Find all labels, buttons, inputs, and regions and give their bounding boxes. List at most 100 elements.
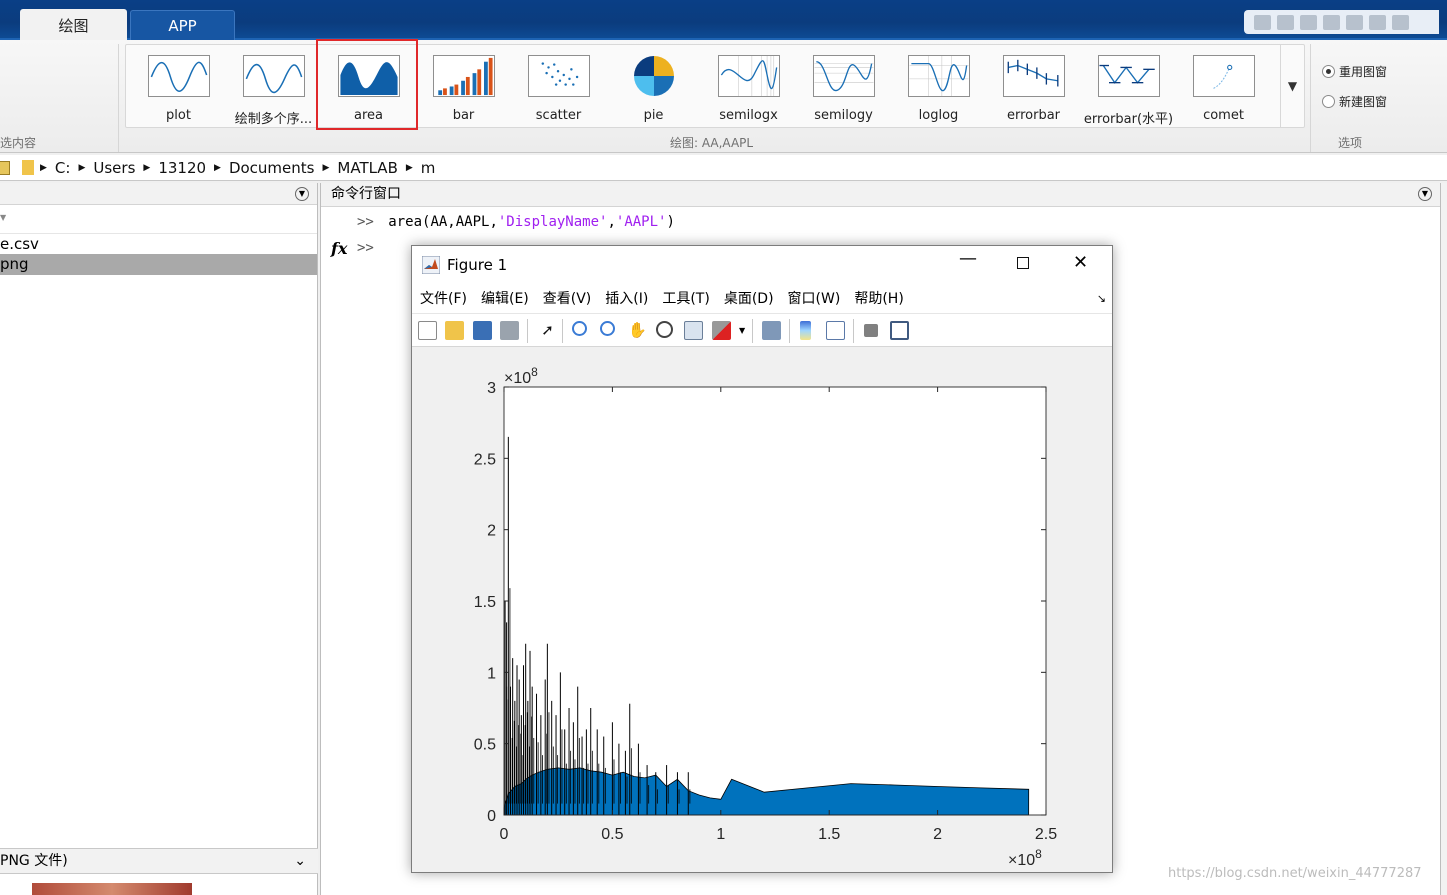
gallery-item-errorbar[interactable]: errorbar — [986, 45, 1081, 129]
string-literal: 'AAPL' — [615, 214, 667, 230]
folder-up-icon[interactable] — [0, 160, 10, 175]
menu-tools[interactable]: 工具(T) — [662, 288, 709, 308]
option-reuse-figure[interactable]: 重用图窗 — [1322, 63, 1387, 80]
breadcrumb-item[interactable]: Documents — [229, 159, 315, 177]
tab-apps[interactable]: APP — [130, 10, 235, 40]
new-figure-icon[interactable] — [418, 321, 437, 340]
section-label-plots: 绘图: AA,AAPL — [670, 136, 754, 150]
zoom-out-icon[interactable] — [600, 321, 615, 336]
gallery-item-loglog[interactable]: loglog — [891, 45, 986, 129]
gallery-item-label: loglog — [918, 108, 959, 123]
print-icon[interactable] — [500, 321, 519, 340]
pointer-icon[interactable]: ➚ — [538, 321, 557, 340]
gallery-item-scatter[interactable]: scatter — [511, 45, 606, 129]
gallery-item-label: 绘制多个序... — [234, 112, 313, 127]
column-header[interactable]: ▼ — [0, 205, 317, 233]
brush-icon[interactable] — [712, 321, 731, 340]
maximize-icon[interactable] — [1017, 257, 1029, 269]
menu-file[interactable]: 文件(F) — [420, 288, 467, 308]
pan-icon[interactable]: ✋ — [628, 321, 647, 340]
menu-insert[interactable]: 插入(I) — [605, 288, 648, 308]
option-new-figure[interactable]: 新建图窗 — [1322, 93, 1387, 110]
figure-menu-bar: 文件(F) 编辑(E) 查看(V) 插入(I) 工具(T) 桌面(D) 窗口(W… — [412, 283, 1112, 313]
fx-icon[interactable]: fx — [331, 239, 347, 258]
breadcrumb-item[interactable]: 13120 — [158, 159, 206, 177]
chevron-down-icon[interactable]: ⌄ — [294, 849, 306, 873]
menu-edit[interactable]: 编辑(E) — [481, 288, 529, 308]
x-tick-label: 1.5 — [818, 826, 840, 843]
redo-icon[interactable] — [1369, 14, 1386, 30]
section-label-options: 选项 — [1338, 136, 1363, 150]
panel-header: ▼ — [0, 183, 317, 205]
comet-plot-icon — [1192, 55, 1255, 97]
option-label: 新建图窗 — [1339, 95, 1388, 109]
prompt: >> — [357, 240, 374, 256]
breadcrumb-item[interactable]: MATLAB — [337, 159, 397, 177]
radio-icon[interactable] — [1322, 95, 1335, 108]
gallery-item-semilogx[interactable]: semilogx — [701, 45, 796, 129]
link-plot-icon[interactable] — [762, 321, 781, 340]
file-row[interactable]: e.csv — [0, 233, 317, 254]
panel-menu-icon[interactable]: ▼ — [295, 187, 309, 201]
switch-windows-icon[interactable] — [1392, 14, 1409, 30]
area-chart[interactable]: 0 0.5 1 1.5 2 2.5 0 0.5 1 1.5 2 2.5 3 ×108 ×108 — [412, 347, 1112, 873]
command-window-title: 命令行窗口 — [331, 186, 401, 202]
panel-menu-icon[interactable]: ▼ — [1418, 187, 1432, 201]
gallery-item-multiseries[interactable]: 绘制多个序... — [226, 45, 321, 129]
breadcrumb-item[interactable]: Users — [93, 159, 135, 177]
x-tick-label: 1 — [716, 826, 725, 843]
gallery-item-label: comet — [1203, 108, 1244, 123]
radio-icon[interactable] — [1322, 65, 1335, 78]
bar-plot-icon — [432, 55, 495, 97]
current-folder-panel: ▼ ▼ e.csv png PNG 文件) ⌄ — [0, 183, 318, 895]
colorbar-icon[interactable] — [800, 321, 811, 340]
menu-view[interactable]: 查看(V) — [543, 288, 592, 308]
menu-desktop[interactable]: 桌面(D) — [724, 288, 774, 308]
undo-icon[interactable] — [1346, 14, 1363, 30]
semilogy-plot-icon — [812, 55, 875, 97]
gallery-item-plot[interactable]: plot — [131, 45, 226, 129]
zoom-in-icon[interactable] — [572, 321, 587, 336]
menu-help[interactable]: 帮助(H) — [854, 288, 903, 308]
dock-arrow-icon[interactable]: ↘ — [1097, 292, 1106, 305]
rotate-3d-icon[interactable] — [656, 321, 673, 338]
legend-icon[interactable] — [826, 321, 845, 340]
hide-plot-tools-icon[interactable] — [864, 324, 878, 337]
save-icon[interactable] — [1254, 14, 1271, 30]
cut-icon[interactable] — [1277, 14, 1294, 30]
chevron-down-icon[interactable]: ▼ — [739, 326, 745, 335]
close-icon[interactable]: ✕ — [1073, 252, 1088, 273]
y-tick-label: 2.5 — [474, 451, 496, 468]
file-name: e.csv — [0, 235, 39, 253]
minimize-icon[interactable]: — — [959, 248, 977, 269]
gallery-item-errorbar-horizontal[interactable]: errorbar(水平) — [1081, 45, 1176, 129]
gallery-item-comet[interactable]: comet — [1176, 45, 1271, 129]
gallery-item-semilogy[interactable]: semilogy — [796, 45, 891, 129]
section-label-left: 选内容 — [0, 136, 37, 150]
breadcrumb-item[interactable]: C: — [55, 159, 71, 177]
command-window-header: 命令行窗口 ▼ — [321, 183, 1440, 207]
y-tick-label: 0.5 — [474, 737, 496, 754]
tab-plots[interactable]: 绘图 — [20, 9, 127, 42]
details-panel-header[interactable]: PNG 文件) ⌄ — [0, 848, 318, 874]
gallery-more-button[interactable]: ▼ — [1280, 44, 1304, 128]
breadcrumb-arrow-icon: ▶ — [405, 162, 413, 173]
image-preview — [32, 883, 192, 895]
breadcrumb-item[interactable]: m — [421, 159, 436, 177]
save-icon[interactable] — [473, 321, 492, 340]
file-row-selected[interactable]: png — [0, 254, 317, 275]
gallery-item-pie[interactable]: pie — [606, 45, 701, 129]
breadcrumb-arrow-icon: ▶ — [143, 162, 151, 173]
figure-title-bar[interactable]: Figure 1 — ✕ — [412, 246, 1112, 283]
paste-icon[interactable] — [1323, 14, 1340, 30]
show-plot-tools-icon[interactable] — [890, 321, 909, 340]
axes-background — [504, 387, 1046, 815]
copy-icon[interactable] — [1300, 14, 1317, 30]
x-tick-label: 2.5 — [1035, 826, 1057, 843]
gallery-item-bar[interactable]: bar — [416, 45, 511, 129]
menu-window[interactable]: 窗口(W) — [788, 288, 841, 308]
open-file-icon[interactable] — [445, 321, 464, 340]
data-cursor-icon[interactable] — [684, 321, 703, 340]
figure-window[interactable]: Figure 1 — ✕ 文件(F) 编辑(E) 查看(V) 插入(I) 工具(… — [411, 245, 1113, 873]
breadcrumb-arrow-icon: ▶ — [40, 162, 47, 173]
